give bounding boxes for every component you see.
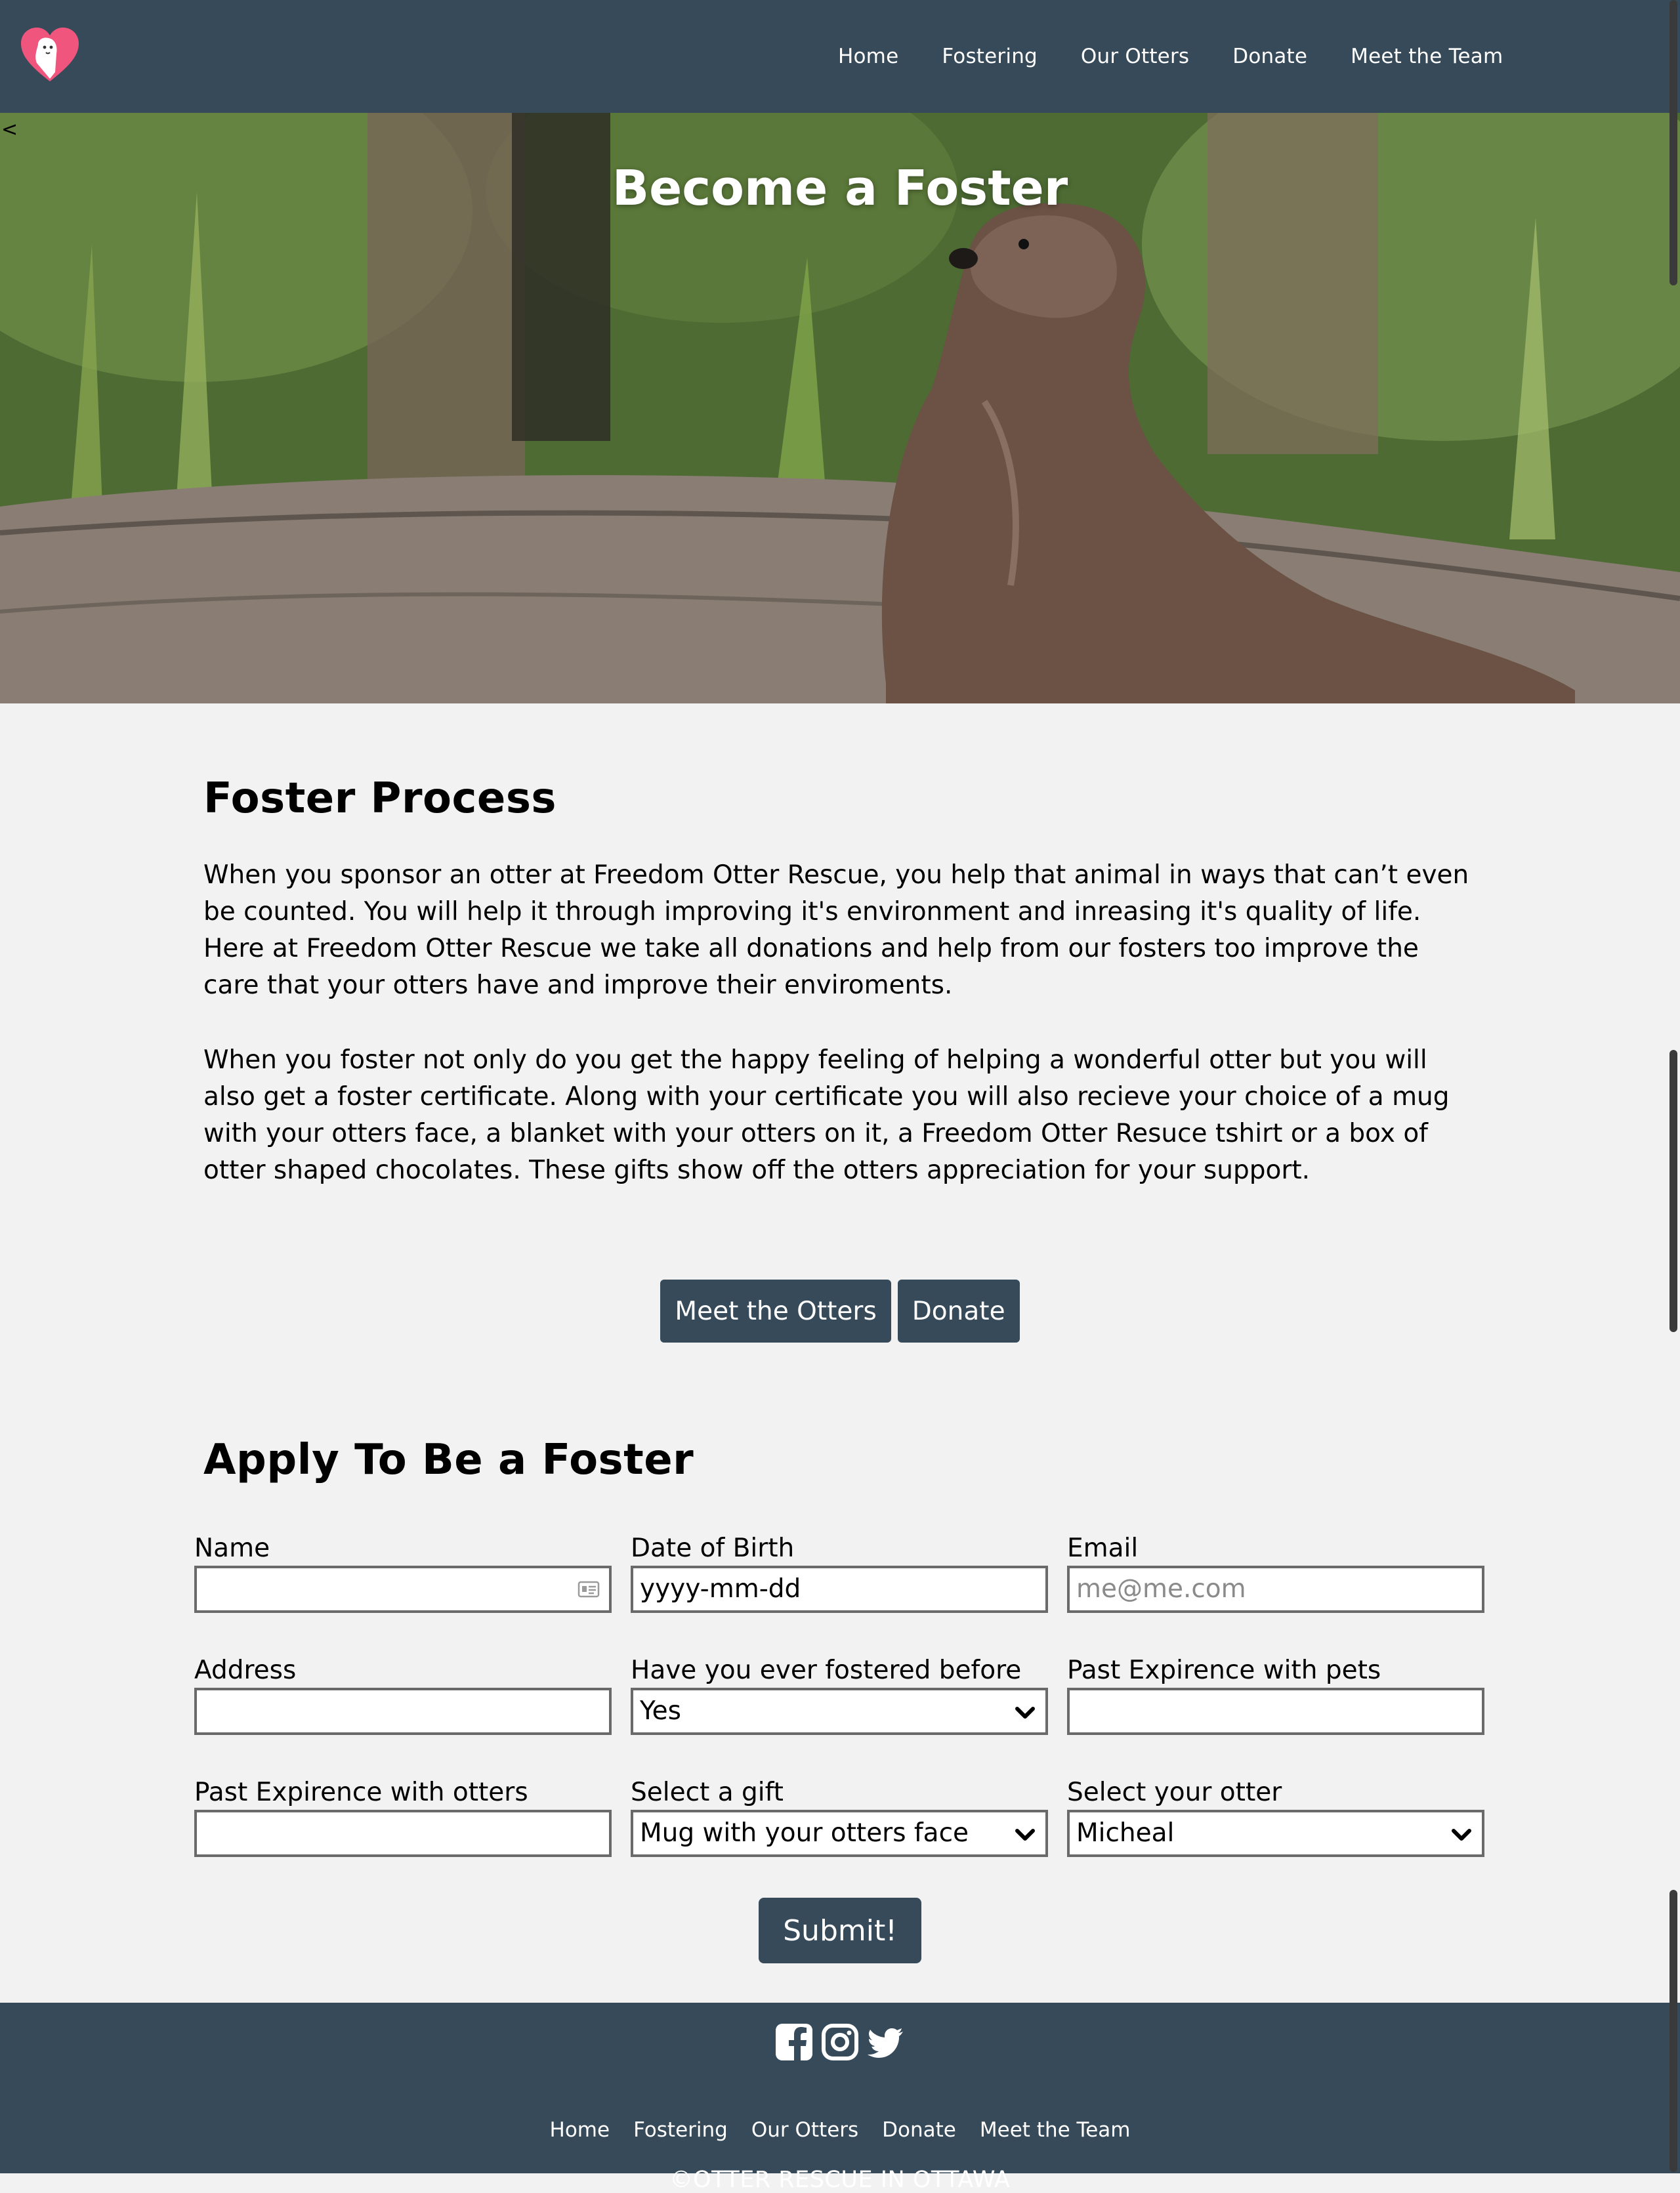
- meet-the-otters-button[interactable]: Meet the Otters: [660, 1280, 891, 1343]
- pets-input[interactable]: [1067, 1688, 1484, 1735]
- copyright-text: ©OTTER RESCUE IN OTTAWA: [669, 2167, 1011, 2193]
- site-footer: Home Fostering Our Otters Donate Meet th…: [0, 2003, 1680, 2193]
- site-header: Home Fostering Our Otters Donate Meet th…: [0, 0, 1680, 113]
- pets-label: Past Expirence with pets: [1067, 1656, 1381, 1685]
- address-field-group: Address: [194, 1654, 612, 1735]
- scrollbar-thumb-top[interactable]: [1670, 0, 1677, 285]
- nav-fostering[interactable]: Fostering: [942, 45, 1038, 68]
- footer-nav-donate[interactable]: Donate: [882, 2118, 956, 2142]
- footer-nav: Home Fostering Our Otters Donate Meet th…: [0, 2118, 1680, 2142]
- footer-nav-our-otters[interactable]: Our Otters: [751, 2118, 858, 2142]
- instagram-icon[interactable]: [820, 2022, 860, 2062]
- email-label: Email: [1067, 1534, 1139, 1563]
- fostered-field-group: Have you ever fostered before Yes: [631, 1654, 1048, 1735]
- nav-our-otters[interactable]: Our Otters: [1081, 45, 1189, 68]
- fostered-label: Have you ever fostered before: [631, 1656, 1022, 1685]
- gift-label: Select a gift: [631, 1778, 784, 1807]
- back-arrow-icon[interactable]: <: [1, 118, 18, 141]
- otter-heart-logo-icon[interactable]: [18, 26, 81, 83]
- social-links: [0, 2022, 1680, 2062]
- name-input[interactable]: [194, 1566, 612, 1613]
- address-label: Address: [194, 1656, 297, 1685]
- facebook-icon[interactable]: [774, 2022, 814, 2062]
- otter-select-label: Select your otter: [1067, 1778, 1282, 1807]
- nav-home[interactable]: Home: [838, 45, 898, 68]
- otter-select[interactable]: Micheal: [1067, 1810, 1484, 1857]
- gift-select[interactable]: Mug with your otters face: [631, 1810, 1048, 1857]
- nav-donate[interactable]: Donate: [1232, 45, 1307, 68]
- fostered-select[interactable]: Yes: [631, 1688, 1048, 1735]
- chevron-down-icon: [1452, 1829, 1471, 1841]
- hero-title: Become a Foster: [612, 160, 1068, 217]
- twitter-icon[interactable]: [866, 2022, 906, 2062]
- otters-exp-input[interactable]: [194, 1810, 612, 1857]
- email-field-group: Email me@me.com: [1067, 1532, 1484, 1613]
- otter-select-field-group: Select your otter Micheal: [1067, 1776, 1484, 1857]
- email-input[interactable]: me@me.com: [1067, 1566, 1484, 1613]
- address-input[interactable]: [194, 1688, 612, 1735]
- nav-meet-the-team[interactable]: Meet the Team: [1351, 45, 1503, 68]
- process-paragraph-1: When you sponsor an otter at Freedom Ott…: [203, 860, 1469, 1000]
- gift-field-group: Select a gift Mug with your otters face: [631, 1776, 1048, 1857]
- pets-field-group: Past Expirence with pets: [1067, 1654, 1484, 1735]
- footer-nav-meet-the-team[interactable]: Meet the Team: [980, 2118, 1131, 2142]
- contact-card-icon[interactable]: [578, 1580, 600, 1598]
- dob-input[interactable]: yyyy-mm-dd: [631, 1566, 1048, 1613]
- dob-label: Date of Birth: [631, 1534, 795, 1563]
- main-nav: Home Fostering Our Otters Donate Meet th…: [838, 42, 1503, 71]
- submit-button[interactable]: Submit!: [759, 1898, 921, 1963]
- page-scrollbar[interactable]: [1666, 0, 1680, 2173]
- otters-exp-field-group: Past Expirence with otters: [194, 1776, 612, 1857]
- name-field-group: Name: [194, 1532, 612, 1613]
- foster-process-section: Foster Process When you sponsor an otter…: [203, 774, 1477, 1189]
- scrollbar-thumb-bottom[interactable]: [1670, 1890, 1677, 2172]
- hero-banner: Become a Foster: [0, 113, 1680, 703]
- process-button-row: Meet the Otters Donate: [0, 1280, 1680, 1343]
- chevron-down-icon: [1015, 1829, 1035, 1841]
- footer-nav-home[interactable]: Home: [550, 2118, 610, 2142]
- apply-heading: Apply To Be a Foster: [203, 1436, 694, 1484]
- donate-button[interactable]: Donate: [897, 1280, 1020, 1343]
- chevron-down-icon: [1015, 1707, 1035, 1719]
- footer-nav-fostering[interactable]: Fostering: [633, 2118, 728, 2142]
- dob-field-group: Date of Birth yyyy-mm-dd: [631, 1532, 1048, 1613]
- foster-process-heading: Foster Process: [203, 774, 556, 823]
- name-label: Name: [194, 1534, 270, 1563]
- scrollbar-thumb-middle[interactable]: [1670, 1050, 1677, 1332]
- process-paragraph-2: When you foster not only do you get the …: [203, 1045, 1450, 1185]
- otters-exp-label: Past Expirence with otters: [194, 1778, 528, 1807]
